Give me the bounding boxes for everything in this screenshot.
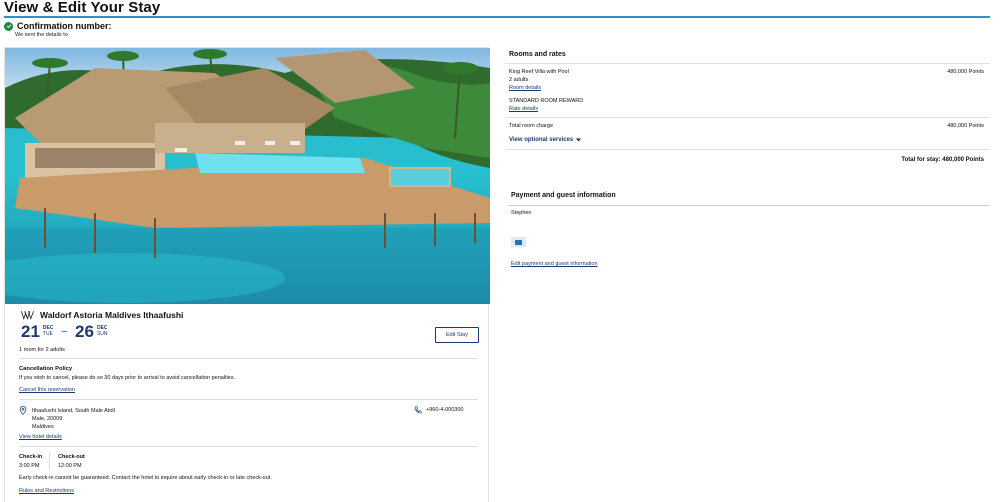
divider <box>505 117 990 118</box>
cancellation-title: Cancellation Policy <box>19 366 73 372</box>
checkin-info: Check-in 3:00 PM <box>19 453 42 471</box>
divider <box>19 399 478 400</box>
payment-title: Payment and guest information <box>511 192 616 199</box>
stay-card: Waldorf Astoria Maldives Ithaafushi 21 D… <box>4 47 490 502</box>
checkout-label: Check-out <box>58 454 85 460</box>
check-circle-icon <box>4 21 13 31</box>
room-name: King Reef Villa with Pool <box>509 69 569 75</box>
divider <box>505 149 990 150</box>
checkout-info: Check-out 12:00 PM <box>58 453 85 471</box>
edit-payment-link[interactable]: Edit payment and guest information <box>511 261 598 267</box>
confirmation-label: Confirmation number: <box>17 21 112 31</box>
checkin-weekday: TUE <box>42 330 53 337</box>
page-title: View & Edit Your Stay <box>4 0 161 16</box>
stay-dates: 21 DEC TUE – 26 DEC SUN <box>21 323 108 340</box>
sent-details-text: We sent the details to <box>15 32 68 38</box>
divider <box>508 205 990 206</box>
cancel-reservation-link[interactable]: Cancel this reservation <box>19 387 75 393</box>
total-room-label: Total room charge <box>509 123 554 129</box>
room-adults: 2 adults <box>509 77 529 83</box>
hotel-phone[interactable]: +960-4-000300 <box>426 407 463 413</box>
phone-icon <box>414 406 422 414</box>
early-checkin-text: Early check-in cannot be guaranteed. Con… <box>19 475 272 481</box>
divider <box>19 446 478 447</box>
hotel-name: Waldorf Astoria Maldives Ithaafushi <box>40 310 184 320</box>
hotel-address: Ithaafushi Island, South Male Atoll Male… <box>32 407 115 431</box>
checkout-time: 12:00 PM <box>58 463 82 469</box>
room-points: 480,000 Points <box>947 69 984 75</box>
date-range-dash: – <box>61 326 68 337</box>
total-room-points: 480,000 Points <box>947 123 984 129</box>
credit-card-icon <box>511 237 526 247</box>
checkout-day: 26 <box>75 322 94 341</box>
divider <box>19 358 478 359</box>
address-line: Maldives <box>32 424 54 430</box>
hotel-brand-row: Waldorf Astoria Maldives Ithaafushi <box>21 310 183 320</box>
checkin-day: 21 <box>21 322 40 341</box>
rules-restrictions-link[interactable]: Rules and Restrictions <box>19 488 74 494</box>
cancellation-text: If you wish to cancel, please do so 30 d… <box>19 375 236 381</box>
guest-name: Stephen <box>511 210 532 216</box>
checkin-divider <box>49 452 50 470</box>
waldorf-logo-icon <box>21 311 34 320</box>
address-line: Male, 20009 <box>32 416 63 422</box>
confirmation-heading: Confirmation number: <box>4 21 112 31</box>
rate-details-link[interactable]: Rate details <box>509 106 538 112</box>
hotel-photo <box>5 48 490 304</box>
view-optional-services-toggle[interactable]: View optional services <box>509 137 582 143</box>
rooms-guests-text: 1 room for 2 adults <box>19 347 65 353</box>
location-pin-icon <box>19 406 27 415</box>
optional-services-label: View optional services <box>509 137 574 143</box>
checkin-label: Check-in <box>19 454 43 460</box>
room-details-link[interactable]: Room details <box>509 85 541 91</box>
edit-stay-button[interactable]: Edit Stay <box>435 327 479 343</box>
rate-name: STANDARD ROOM REWARD <box>509 98 584 104</box>
caret-down-icon <box>576 138 582 142</box>
rooms-rates-title: Rooms and rates <box>509 51 566 58</box>
divider <box>505 63 990 64</box>
total-for-stay: Total for stay: 480,000 Points <box>901 157 984 163</box>
address-line: Ithaafushi Island, South Male Atoll <box>32 408 115 414</box>
checkin-time: 3:00 PM <box>19 463 40 469</box>
title-divider <box>4 16 990 18</box>
checkout-weekday: SUN <box>96 330 108 337</box>
view-hotel-details-link[interactable]: View hotel details <box>19 434 62 440</box>
